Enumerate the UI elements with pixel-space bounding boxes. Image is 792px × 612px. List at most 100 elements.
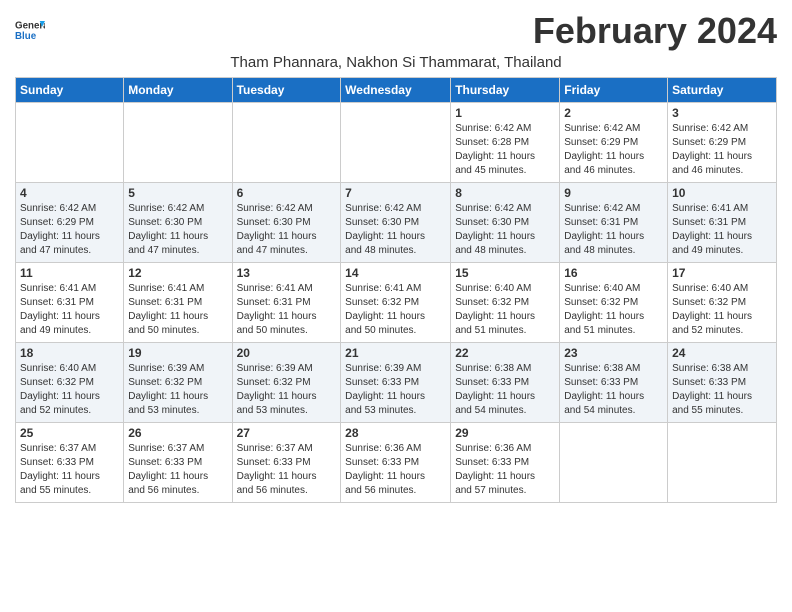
day-info: Sunrise: 6:42 AMSunset: 6:28 PMDaylight:… [455,122,555,178]
calendar-cell: 1Sunrise: 6:42 AMSunset: 6:28 PMDaylight… [451,103,560,183]
day-info: Sunrise: 6:42 AMSunset: 6:29 PMDaylight:… [672,122,772,178]
day-info: Sunrise: 6:38 AMSunset: 6:33 PMDaylight:… [672,362,772,418]
calendar-cell: 6 Sunrise: 6:42 AMSunset: 6:30 PMDaylight… [232,183,341,263]
column-header-saturday: Saturday [668,78,777,103]
title-area: February 2024 [533,10,777,52]
logo: General Blue [15,15,48,45]
calendar-cell [560,423,668,503]
calendar-cell: 14 Sunrise: 6:41 AMSunset: 6:32 PMDayligh… [341,263,451,343]
day-number: 10 [672,186,772,200]
calendar-cell: 21Sunrise: 6:39 AMSunset: 6:33 PMDayligh… [341,343,451,423]
day-info: Sunrise: 6:42 AMSunset: 6:30 PMDaylight:… [455,202,555,258]
header: General Blue February 2024 [15,10,777,52]
day-number: 21 [345,346,446,360]
column-header-sunday: Sunday [16,78,124,103]
column-header-wednesday: Wednesday [341,78,451,103]
calendar-cell [668,423,777,503]
day-number: 5 [128,186,227,200]
day-number: 23 [564,346,663,360]
calendar-cell: 3Sunrise: 6:42 AMSunset: 6:29 PMDaylight… [668,103,777,183]
column-header-monday: Monday [124,78,232,103]
calendar-cell: 5 Sunrise: 6:42 AMSunset: 6:30 PMDaylight… [124,183,232,263]
calendar-cell: 2 Sunrise: 6:42 AMSunset: 6:29 PMDaylight… [560,103,668,183]
calendar-cell: 11 Sunrise: 6:41 AMSunset: 6:31 PMDayligh… [16,263,124,343]
day-info: Sunrise: 6:42 AMSunset: 6:29 PMDaylight:… [564,122,663,178]
day-number: 6 [237,186,337,200]
day-info: Sunrise: 6:39 AMSunset: 6:32 PMDaylight:… [237,362,337,418]
day-number: 8 [455,186,555,200]
calendar-cell [124,103,232,183]
day-info: Sunrise: 6:40 AMSunset: 6:32 PMDaylight:… [564,282,663,338]
day-info: Sunrise: 6:37 AMSunset: 6:33 PMDaylight:… [20,442,119,498]
day-number: 25 [20,426,119,440]
calendar-cell: 4 Sunrise: 6:42 AMSunset: 6:29 PMDaylight… [16,183,124,263]
day-info: Sunrise: 6:41 AMSunset: 6:31 PMDaylight:… [128,282,227,338]
calendar-cell: 18 Sunrise: 6:40 AMSunset: 6:32 PMDayligh… [16,343,124,423]
day-info: Sunrise: 6:41 AMSunset: 6:31 PMDaylight:… [237,282,337,338]
day-info: Sunrise: 6:40 AMSunset: 6:32 PMDaylight:… [20,362,119,418]
day-number: 7 [345,186,446,200]
calendar-cell [16,103,124,183]
day-info: Sunrise: 6:36 AMSunset: 6:33 PMDaylight:… [455,442,555,498]
day-info: Sunrise: 6:41 AMSunset: 6:31 PMDaylight:… [20,282,119,338]
day-number: 22 [455,346,555,360]
day-info: Sunrise: 6:37 AMSunset: 6:33 PMDaylight:… [128,442,227,498]
day-info: Sunrise: 6:39 AMSunset: 6:32 PMDaylight:… [128,362,227,418]
calendar-cell: 16 Sunrise: 6:40 AMSunset: 6:32 PMDayligh… [560,263,668,343]
calendar-cell: 26 Sunrise: 6:37 AMSunset: 6:33 PMDayligh… [124,423,232,503]
day-info: Sunrise: 6:40 AMSunset: 6:32 PMDaylight:… [672,282,772,338]
day-info: Sunrise: 6:41 AMSunset: 6:32 PMDaylight:… [345,282,446,338]
subtitle: Tham Phannara, Nakhon Si Thammarat, Thai… [15,54,777,71]
column-header-friday: Friday [560,78,668,103]
calendar-cell: 10 Sunrise: 6:41 AMSunset: 6:31 PMDayligh… [668,183,777,263]
day-number: 11 [20,266,119,280]
day-number: 29 [455,426,555,440]
column-header-tuesday: Tuesday [232,78,341,103]
calendar-cell: 27 Sunrise: 6:37 AMSunset: 6:33 PMDayligh… [232,423,341,503]
calendar-cell: 28 Sunrise: 6:36 AMSunset: 6:33 PMDayligh… [341,423,451,503]
day-number: 12 [128,266,227,280]
day-number: 16 [564,266,663,280]
day-number: 2 [564,106,663,120]
calendar-cell: 8 Sunrise: 6:42 AMSunset: 6:30 PMDaylight… [451,183,560,263]
day-info: Sunrise: 6:42 AMSunset: 6:29 PMDaylight:… [20,202,119,258]
calendar-cell: 17 Sunrise: 6:40 AMSunset: 6:32 PMDayligh… [668,263,777,343]
calendar-table: SundayMondayTuesdayWednesdayThursdayFrid… [15,77,777,503]
svg-text:Blue: Blue [15,31,37,42]
day-info: Sunrise: 6:38 AMSunset: 6:33 PMDaylight:… [564,362,663,418]
calendar-cell: 13Sunrise: 6:41 AMSunset: 6:31 PMDayligh… [232,263,341,343]
calendar-cell: 7 Sunrise: 6:42 AMSunset: 6:30 PMDaylight… [341,183,451,263]
calendar-cell: 23 Sunrise: 6:38 AMSunset: 6:33 PMDayligh… [560,343,668,423]
calendar-cell: 9 Sunrise: 6:42 AMSunset: 6:31 PMDaylight… [560,183,668,263]
calendar-cell: 20 Sunrise: 6:39 AMSunset: 6:32 PMDayligh… [232,343,341,423]
month-title: February 2024 [533,10,777,52]
day-info: Sunrise: 6:40 AMSunset: 6:32 PMDaylight:… [455,282,555,338]
day-info: Sunrise: 6:41 AMSunset: 6:31 PMDaylight:… [672,202,772,258]
day-number: 14 [345,266,446,280]
day-number: 9 [564,186,663,200]
day-number: 4 [20,186,119,200]
calendar-cell: 24Sunrise: 6:38 AMSunset: 6:33 PMDayligh… [668,343,777,423]
day-number: 26 [128,426,227,440]
day-number: 20 [237,346,337,360]
day-info: Sunrise: 6:38 AMSunset: 6:33 PMDaylight:… [455,362,555,418]
day-number: 27 [237,426,337,440]
day-number: 19 [128,346,227,360]
day-number: 15 [455,266,555,280]
day-info: Sunrise: 6:42 AMSunset: 6:31 PMDaylight:… [564,202,663,258]
day-info: Sunrise: 6:42 AMSunset: 6:30 PMDaylight:… [128,202,227,258]
day-number: 28 [345,426,446,440]
day-info: Sunrise: 6:42 AMSunset: 6:30 PMDaylight:… [345,202,446,258]
calendar-cell: 29 Sunrise: 6:36 AMSunset: 6:33 PMDayligh… [451,423,560,503]
day-info: Sunrise: 6:36 AMSunset: 6:33 PMDaylight:… [345,442,446,498]
calendar-cell [341,103,451,183]
calendar-cell: 22 Sunrise: 6:38 AMSunset: 6:33 PMDayligh… [451,343,560,423]
column-header-thursday: Thursday [451,78,560,103]
day-number: 18 [20,346,119,360]
day-info: Sunrise: 6:37 AMSunset: 6:33 PMDaylight:… [237,442,337,498]
day-info: Sunrise: 6:42 AMSunset: 6:30 PMDaylight:… [237,202,337,258]
calendar-cell: 12 Sunrise: 6:41 AMSunset: 6:31 PMDayligh… [124,263,232,343]
calendar-cell: 19 Sunrise: 6:39 AMSunset: 6:32 PMDayligh… [124,343,232,423]
calendar-cell [232,103,341,183]
day-number: 17 [672,266,772,280]
